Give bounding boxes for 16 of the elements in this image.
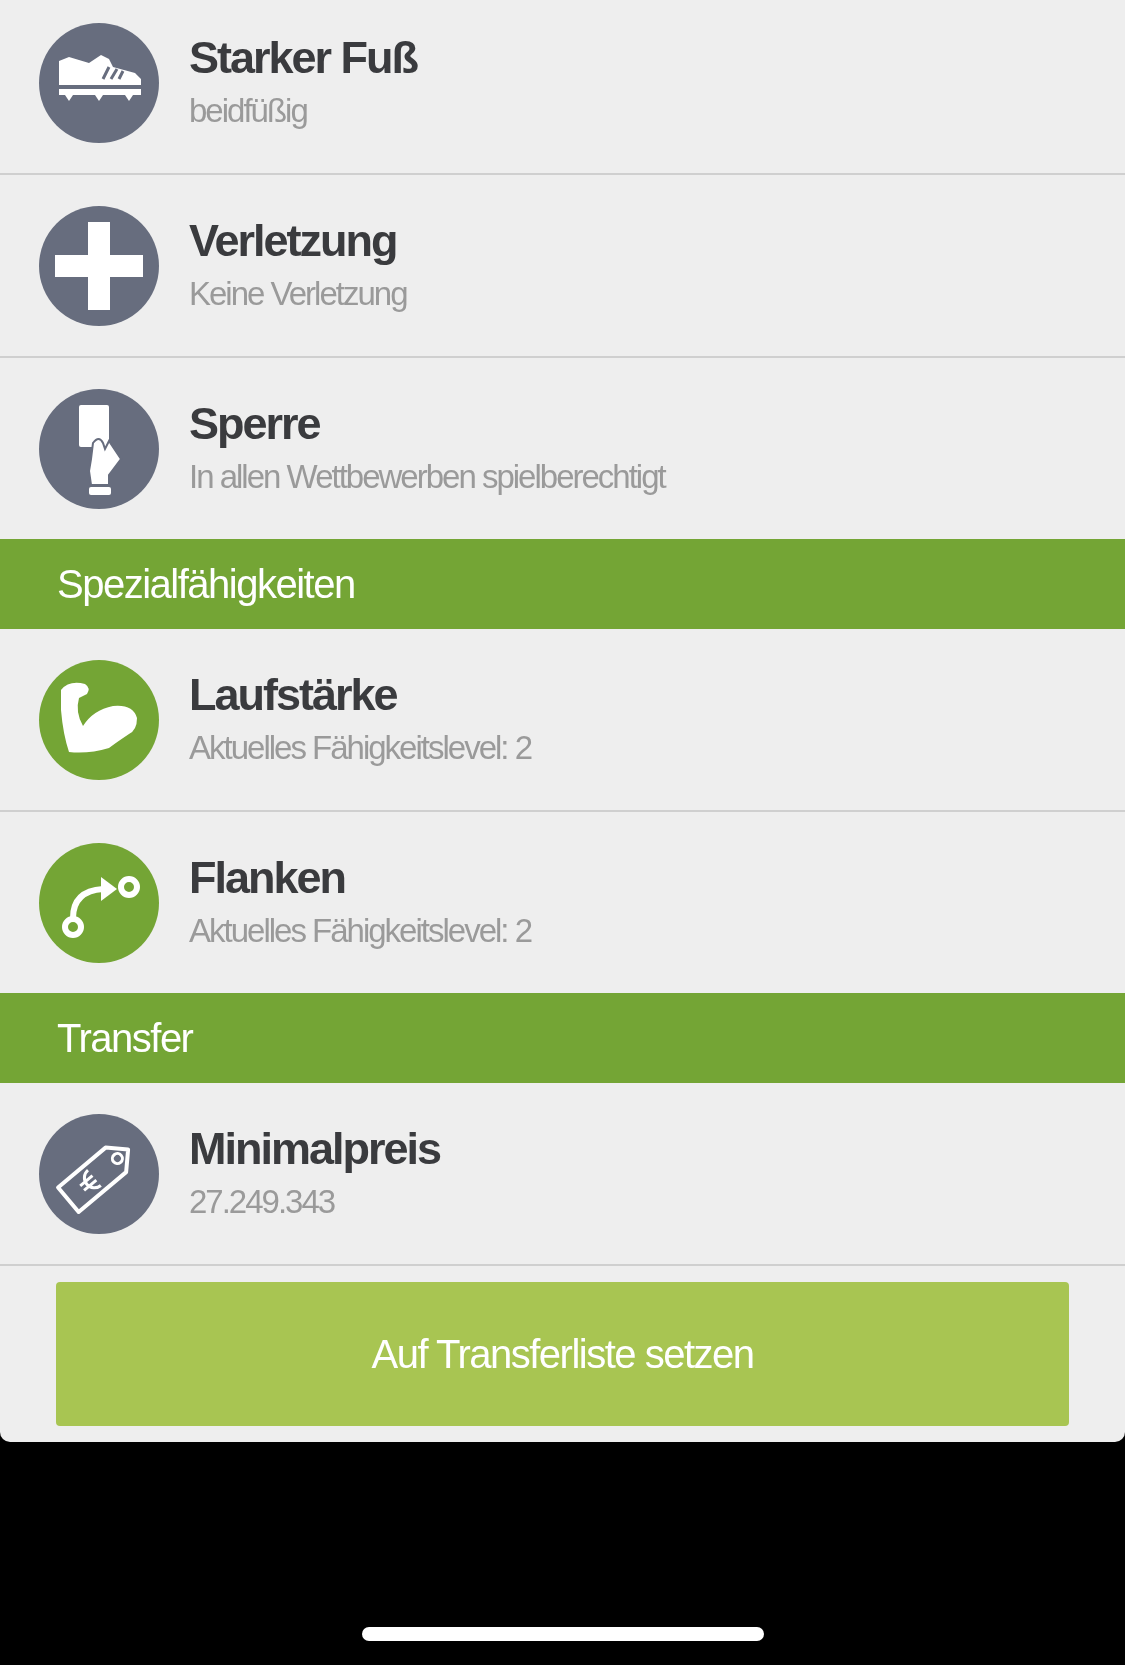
transfer-list-button[interactable]: Auf Transferliste setzen: [56, 1282, 1069, 1426]
row-title: Flanken: [189, 851, 347, 904]
row-subtitle: In allen Wettbewerben spielberechtigt: [189, 457, 665, 496]
row-title: Laufstärke: [189, 668, 398, 721]
row-subtitle: beidfüßig: [189, 91, 308, 130]
row-title: Minimalpreis: [189, 1122, 441, 1175]
row-subtitle: Aktuelles Fähigkeitslevel: 2: [189, 728, 532, 767]
row-subtitle: Keine Verletzung: [189, 274, 407, 313]
row-subtitle: Aktuelles Fähigkeitslevel: 2: [189, 911, 532, 950]
section-header: Transfer: [0, 993, 1125, 1083]
row-subtitle: 27.249.343: [189, 1182, 336, 1221]
section-header: Spezialfähigkeiten: [0, 539, 1125, 629]
row-title: Verletzung: [189, 214, 398, 267]
row-title: Starker Fuß: [189, 31, 418, 84]
row-title: Sperre: [189, 397, 321, 450]
home-indicator[interactable]: [361, 1627, 764, 1641]
